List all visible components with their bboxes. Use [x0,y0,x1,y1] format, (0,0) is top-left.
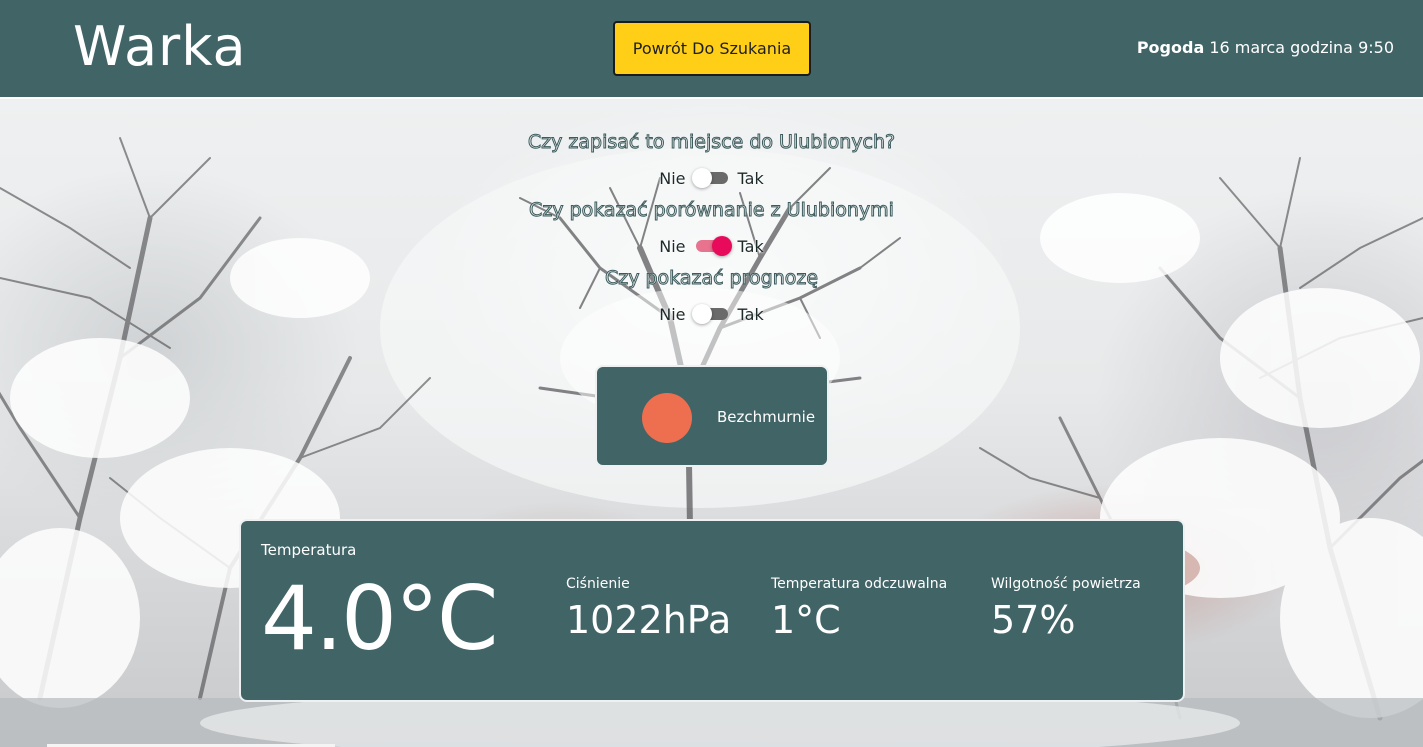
humidity-label: Wilgotność powietrza [991,576,1141,592]
temperature-value: 4.0°C [261,567,498,670]
feels-like-value: 1°C [771,598,841,642]
date-info-title: Pogoda [1136,38,1205,57]
toggle-yes-label: Tak [737,236,764,256]
weather-details-card: Temperatura 4.0°C Ciśnienie 1022hPa Temp… [239,519,1185,702]
sun-icon [642,393,692,443]
top-bar: Warka Powrót Do Szukania Pogoda 16 marca… [0,0,1423,99]
show-forecast-toggle[interactable] [691,304,730,324]
feels-like-label: Temperatura odczuwalna [771,576,948,592]
toggle-knob [711,236,732,256]
temperature-label: Temperatura [261,541,357,559]
city-name: Warka [73,15,247,78]
question-save-favorite: Czy zapisać to miejsce do Ulubionych? [527,131,896,154]
toggle-row-save-favorite: Nie Tak [0,168,1423,188]
date-info: Pogoda 16 marca godzina 9:50 [1137,38,1394,57]
weather-condition-label: Bezchmurnie [717,408,816,426]
question-compare-favorites: Czy pokazać porównanie z Ulubionymi [529,199,895,222]
feels-like-metric: Temperatura odczuwalna 1°C [771,576,947,642]
pressure-label: Ciśnienie [566,576,630,592]
pressure-value: 1022hPa [566,598,732,642]
toggle-row-show-forecast: Nie Tak [0,304,1423,324]
toggle-row-compare-favorites: Nie Tak [0,236,1423,256]
humidity-metric: Wilgotność powietrza 57% [991,576,1141,642]
pressure-metric: Ciśnienie 1022hPa [566,576,731,642]
humidity-value: 57% [991,598,1076,642]
toggle-knob [691,304,712,324]
save-favorite-toggle[interactable] [691,168,730,188]
toggle-no-label: Nie [659,236,686,256]
toggle-knob [691,168,712,188]
weather-condition-card: Bezchmurnie [595,365,829,467]
toggle-no-label: Nie [659,168,686,188]
date-info-time: 16 marca godzina 9:50 [1204,38,1394,57]
toggle-yes-label: Tak [737,168,764,188]
toggle-yes-label: Tak [737,304,764,324]
compare-favorites-toggle[interactable] [694,236,732,256]
back-to-search-button[interactable]: Powrót Do Szukania [613,21,811,76]
toggle-no-label: Nie [659,304,686,324]
question-show-forecast: Czy pokazać prognozę [604,267,819,290]
